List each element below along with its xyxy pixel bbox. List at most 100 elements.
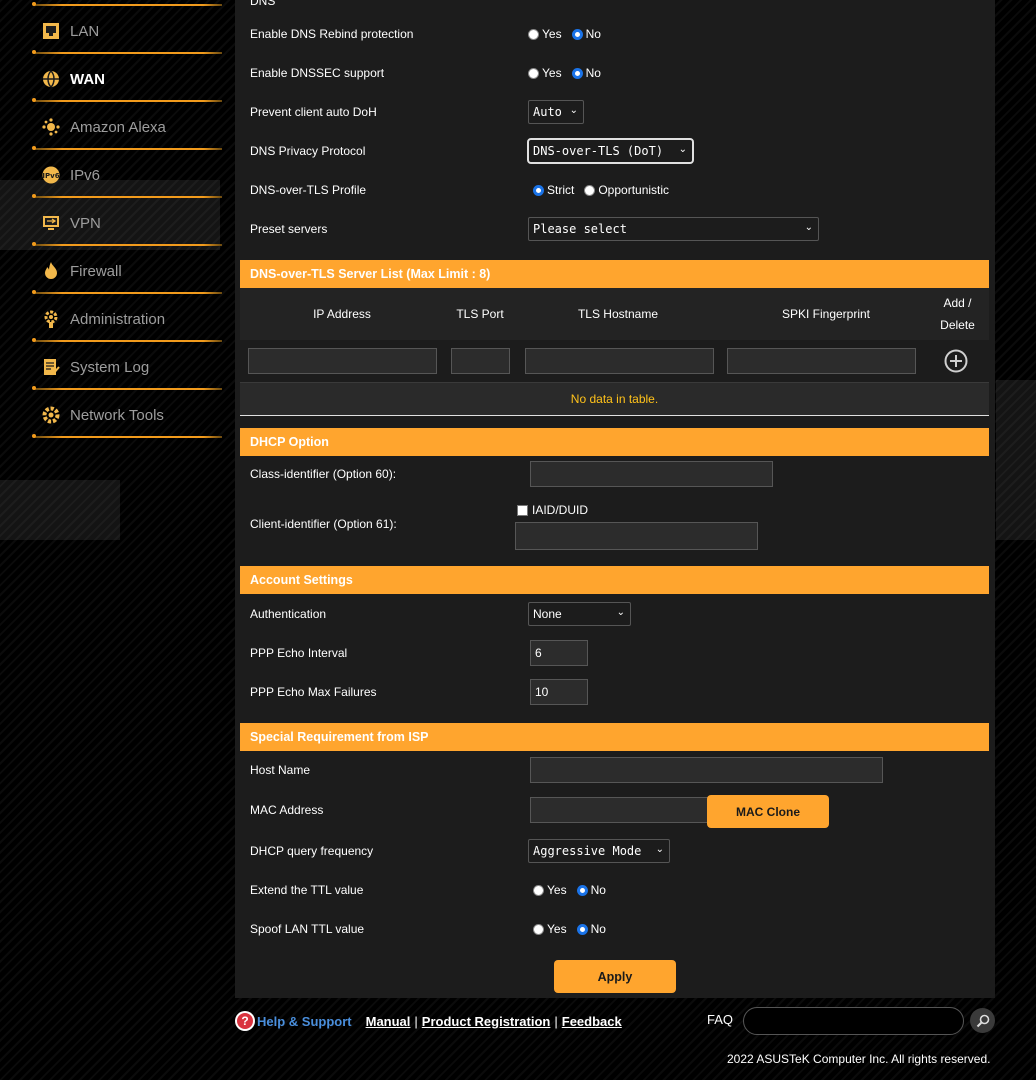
admin-gear-icon xyxy=(40,308,62,330)
class-identifier-input[interactable] xyxy=(530,461,773,487)
mac-clone-button[interactable]: MAC Clone xyxy=(707,795,829,828)
extend-ttl-yes-radio[interactable] xyxy=(533,884,544,896)
ppp-echo-interval-label: PPP Echo Interval xyxy=(250,646,348,660)
dnssec-row: Enable DNSSEC support Yes No xyxy=(250,61,990,85)
nav-separator xyxy=(32,338,222,342)
ppp-echo-interval-row: PPP Echo Interval 6 xyxy=(250,640,990,666)
authentication-select[interactable]: None ⌄ xyxy=(528,602,631,626)
faq-search-button[interactable] xyxy=(970,1008,995,1033)
sidebar-item-label: Firewall xyxy=(70,262,122,280)
dot-profile-label: DNS-over-TLS Profile xyxy=(250,183,367,197)
apply-button[interactable]: Apply xyxy=(554,960,676,993)
dhcp-query-select[interactable]: Aggressive Mode ⌄ xyxy=(528,839,670,863)
spoof-ttl-yes-radio[interactable] xyxy=(533,923,544,935)
dns-rebind-row: Enable DNS Rebind protection Yes No xyxy=(250,22,990,46)
dhcp-option-header: DHCP Option xyxy=(240,428,989,456)
privacy-protocol-select[interactable]: DNS-over-TLS (DoT) ⌄ xyxy=(527,138,694,164)
sidebar-item-label: VPN xyxy=(70,214,101,232)
sidebar-item-system-log[interactable]: System Log xyxy=(30,345,222,389)
chevron-down-icon: ⌄ xyxy=(655,844,664,855)
radio-label: Strict xyxy=(547,183,575,197)
dns-rebind-no-radio[interactable] xyxy=(571,28,583,40)
sidebar-item-label: Amazon Alexa xyxy=(70,118,166,136)
lan-icon xyxy=(40,20,62,42)
sidebar-item-lan[interactable]: LAN xyxy=(30,9,222,53)
faq-label: FAQ xyxy=(707,1012,734,1027)
client-identifier-label: Client-identifier (Option 61): xyxy=(250,517,397,531)
sidebar-item-administration[interactable]: Administration xyxy=(30,297,222,341)
dhcp-query-label: DHCP query frequency xyxy=(250,844,374,858)
help-support-link[interactable]: Help & Support xyxy=(257,1014,352,1029)
col-tls-port: TLS Port xyxy=(456,307,504,321)
ppp-echo-interval-input[interactable]: 6 xyxy=(530,640,588,666)
dnssec-yes-radio[interactable] xyxy=(528,67,539,79)
class-identifier-row: Class-identifier (Option 60): xyxy=(250,461,990,487)
svg-text:IPv6: IPv6 xyxy=(42,172,59,180)
host-name-input[interactable] xyxy=(530,757,883,783)
ppp-echo-max-failures-input[interactable]: 10 xyxy=(530,679,588,705)
tls-server-list-header: DNS-over-TLS Server List (Max Limit : 8) xyxy=(240,260,989,288)
mac-address-input[interactable] xyxy=(530,797,718,823)
wan-settings-panel: DNS Enable DNS Rebind protection Yes No … xyxy=(235,0,995,998)
radio-label: No xyxy=(585,27,601,41)
radio-label: No xyxy=(590,922,606,936)
dns-rebind-yes-radio[interactable] xyxy=(528,28,539,40)
link-separator: | xyxy=(554,1013,558,1029)
tls-hostname-input[interactable] xyxy=(525,348,714,374)
manual-link[interactable]: Manual xyxy=(366,1014,411,1029)
copyright-text: 2022 ASUSTeK Computer Inc. All rights re… xyxy=(727,1052,991,1066)
ppp-echo-max-failures-label: PPP Echo Max Failures xyxy=(250,685,377,699)
preset-servers-select[interactable]: Please select ⌄ xyxy=(528,217,819,241)
globe-icon xyxy=(40,68,62,90)
link-separator: | xyxy=(414,1013,418,1029)
profile-opportunistic-radio[interactable] xyxy=(584,184,596,196)
sidebar-item-network-tools[interactable]: Network Tools xyxy=(30,393,222,437)
search-icon xyxy=(976,1014,989,1027)
dhcp-query-row: DHCP query frequency Aggressive Mode ⌄ xyxy=(250,839,990,863)
radio-label: Yes xyxy=(542,66,562,80)
dns-rebind-label: Enable DNS Rebind protection xyxy=(250,27,414,41)
faq-search-input[interactable] xyxy=(743,1007,964,1035)
sidebar-item-wan[interactable]: WAN xyxy=(30,57,222,101)
ipv6-icon: IPv6 xyxy=(40,164,62,186)
extend-ttl-no-radio[interactable] xyxy=(576,884,588,896)
radio-label: Yes xyxy=(547,883,567,897)
nav-separator xyxy=(32,2,222,6)
doh-select[interactable]: Auto ⌄ xyxy=(528,100,584,124)
nav-separator xyxy=(32,242,222,246)
doh-label: Prevent client auto DoH xyxy=(250,105,377,119)
select-value: Please select xyxy=(533,222,627,236)
tls-port-input[interactable] xyxy=(451,348,510,374)
authentication-label: Authentication xyxy=(250,607,327,621)
mac-address-label: MAC Address xyxy=(250,803,324,817)
dot-profile-row: DNS-over-TLS Profile Strict Opportunisti… xyxy=(250,178,990,202)
tls-ip-input[interactable] xyxy=(248,348,437,374)
host-name-label: Host Name xyxy=(250,763,311,777)
feedback-link[interactable]: Feedback xyxy=(562,1014,622,1029)
chevron-down-icon: ⌄ xyxy=(678,144,687,155)
add-server-button[interactable] xyxy=(944,349,968,373)
plus-circle-icon xyxy=(944,349,968,373)
radio-label: Yes xyxy=(542,27,562,41)
footer: ? Help & Support Manual | Product Regist… xyxy=(0,998,1036,1080)
nav-separator xyxy=(32,146,222,150)
background-pattern xyxy=(996,380,1036,540)
sidebar-item-vpn[interactable]: VPN xyxy=(30,201,222,245)
sidebar-item-label: Network Tools xyxy=(70,406,164,424)
spoof-ttl-label: Spoof LAN TTL value xyxy=(250,922,365,936)
sidebar-item-amazon-alexa[interactable]: Amazon Alexa xyxy=(30,105,222,149)
radio-label: Opportunistic xyxy=(598,183,670,197)
client-identifier-input[interactable] xyxy=(515,522,758,550)
select-value: None xyxy=(533,607,562,621)
sidebar-item-firewall[interactable]: Firewall xyxy=(30,249,222,293)
profile-strict-radio[interactable] xyxy=(533,184,544,196)
tls-spki-input[interactable] xyxy=(727,348,916,374)
background-pattern xyxy=(0,480,120,540)
dnssec-no-radio[interactable] xyxy=(571,67,583,79)
radio-label: No xyxy=(585,66,601,80)
sidebar-item-ipv6[interactable]: IPv6 IPv6 xyxy=(30,153,222,197)
fire-icon xyxy=(40,260,62,282)
product-registration-link[interactable]: Product Registration xyxy=(422,1014,551,1029)
spoof-ttl-no-radio[interactable] xyxy=(576,923,588,935)
alexa-icon xyxy=(40,116,62,138)
